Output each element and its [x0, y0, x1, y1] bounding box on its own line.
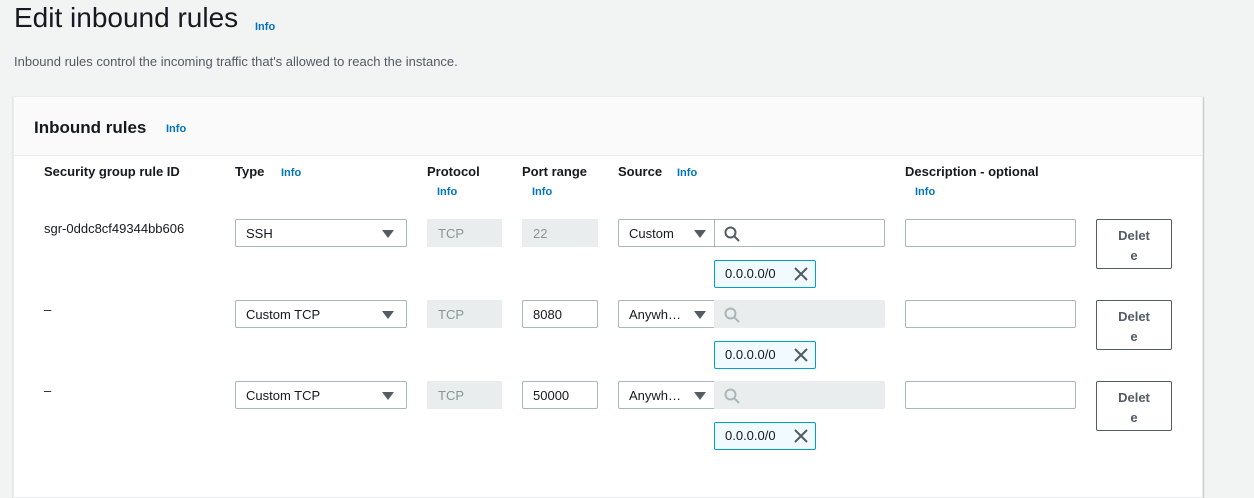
search-icon	[724, 388, 740, 404]
search-icon	[724, 307, 740, 323]
protocol-field: TCP	[427, 219, 502, 247]
page-description: Inbound rules control the incoming traff…	[14, 54, 458, 69]
port-range-field: 22	[522, 219, 598, 247]
protocol-info-link[interactable]: Info	[437, 186, 457, 198]
description-input[interactable]	[905, 219, 1076, 247]
source-control: Custom	[618, 219, 885, 247]
caret-down-icon	[694, 392, 706, 400]
cidr-token: 0.0.0.0/0	[714, 341, 816, 369]
column-header-port-range: Port range	[522, 164, 588, 179]
port-range-input[interactable]: 50000	[522, 381, 598, 409]
caret-down-icon	[694, 311, 706, 319]
cidr-token-label: 0.0.0.0/0	[725, 428, 776, 443]
source-select-value: Custom	[629, 226, 674, 241]
source-select[interactable]: Custom	[618, 219, 715, 247]
page-title-info-link[interactable]: Info	[255, 21, 275, 33]
rule-id: sgr-0ddc8cf49344bb606	[44, 221, 185, 236]
page-title: Edit inbound rules	[14, 2, 239, 33]
panel-header: Inbound rules Info	[14, 97, 1202, 156]
source-select[interactable]: Anywh…	[618, 300, 715, 328]
description-input[interactable]	[905, 300, 1076, 328]
source-search-input[interactable]	[714, 219, 885, 247]
description-input[interactable]	[905, 381, 1076, 409]
protocol-field: TCP	[427, 381, 502, 409]
source-control: Anywh…	[618, 300, 885, 328]
delete-button[interactable]: Delete	[1096, 300, 1172, 350]
port-range-input[interactable]: 8080	[522, 300, 598, 328]
delete-button[interactable]: Delete	[1096, 219, 1172, 269]
panel-info-link[interactable]: Info	[166, 123, 186, 135]
source-search-input	[714, 300, 885, 328]
source-control: Anywh…	[618, 381, 885, 409]
cidr-token-label: 0.0.0.0/0	[725, 347, 776, 362]
column-header-rule-id: Security group rule ID	[44, 164, 180, 179]
source-select-value: Anywh…	[629, 307, 682, 322]
type-select[interactable]: Custom TCP	[235, 381, 407, 409]
protocol-field: TCP	[427, 300, 502, 328]
type-select[interactable]: SSH	[235, 219, 407, 247]
cidr-token: 0.0.0.0/0	[714, 260, 816, 288]
close-icon[interactable]	[794, 348, 808, 362]
panel-title: Inbound rules	[34, 118, 147, 137]
column-header-protocol: Protocol	[427, 164, 480, 179]
cidr-token-label: 0.0.0.0/0	[725, 266, 776, 281]
caret-down-icon	[382, 230, 394, 238]
type-select-value: Custom TCP	[246, 388, 321, 403]
type-select[interactable]: Custom TCP	[235, 300, 407, 328]
caret-down-icon	[382, 311, 394, 319]
inbound-rules-panel: Inbound rules Info Security group rule I…	[13, 96, 1203, 498]
source-select-value: Anywh…	[629, 388, 682, 403]
rule-id: –	[44, 383, 52, 398]
caret-down-icon	[694, 230, 706, 238]
column-header-type: Type	[235, 164, 265, 179]
search-icon	[724, 226, 740, 242]
source-select[interactable]: Anywh…	[618, 381, 715, 409]
close-icon[interactable]	[794, 267, 808, 281]
source-search-input	[714, 381, 885, 409]
port-range-info-link[interactable]: Info	[532, 186, 552, 198]
caret-down-icon	[382, 392, 394, 400]
type-info-link[interactable]: Info	[281, 167, 301, 179]
source-info-link[interactable]: Info	[677, 167, 697, 179]
type-select-value: Custom TCP	[246, 307, 321, 322]
type-select-value: SSH	[246, 226, 273, 241]
cidr-token: 0.0.0.0/0	[714, 422, 816, 450]
description-info-link[interactable]: Info	[915, 186, 935, 198]
rule-id: –	[44, 302, 52, 317]
close-icon[interactable]	[794, 429, 808, 443]
delete-button[interactable]: Delete	[1096, 381, 1172, 431]
column-header-description: Description - optional	[905, 164, 1039, 179]
column-header-source: Source	[618, 164, 663, 179]
